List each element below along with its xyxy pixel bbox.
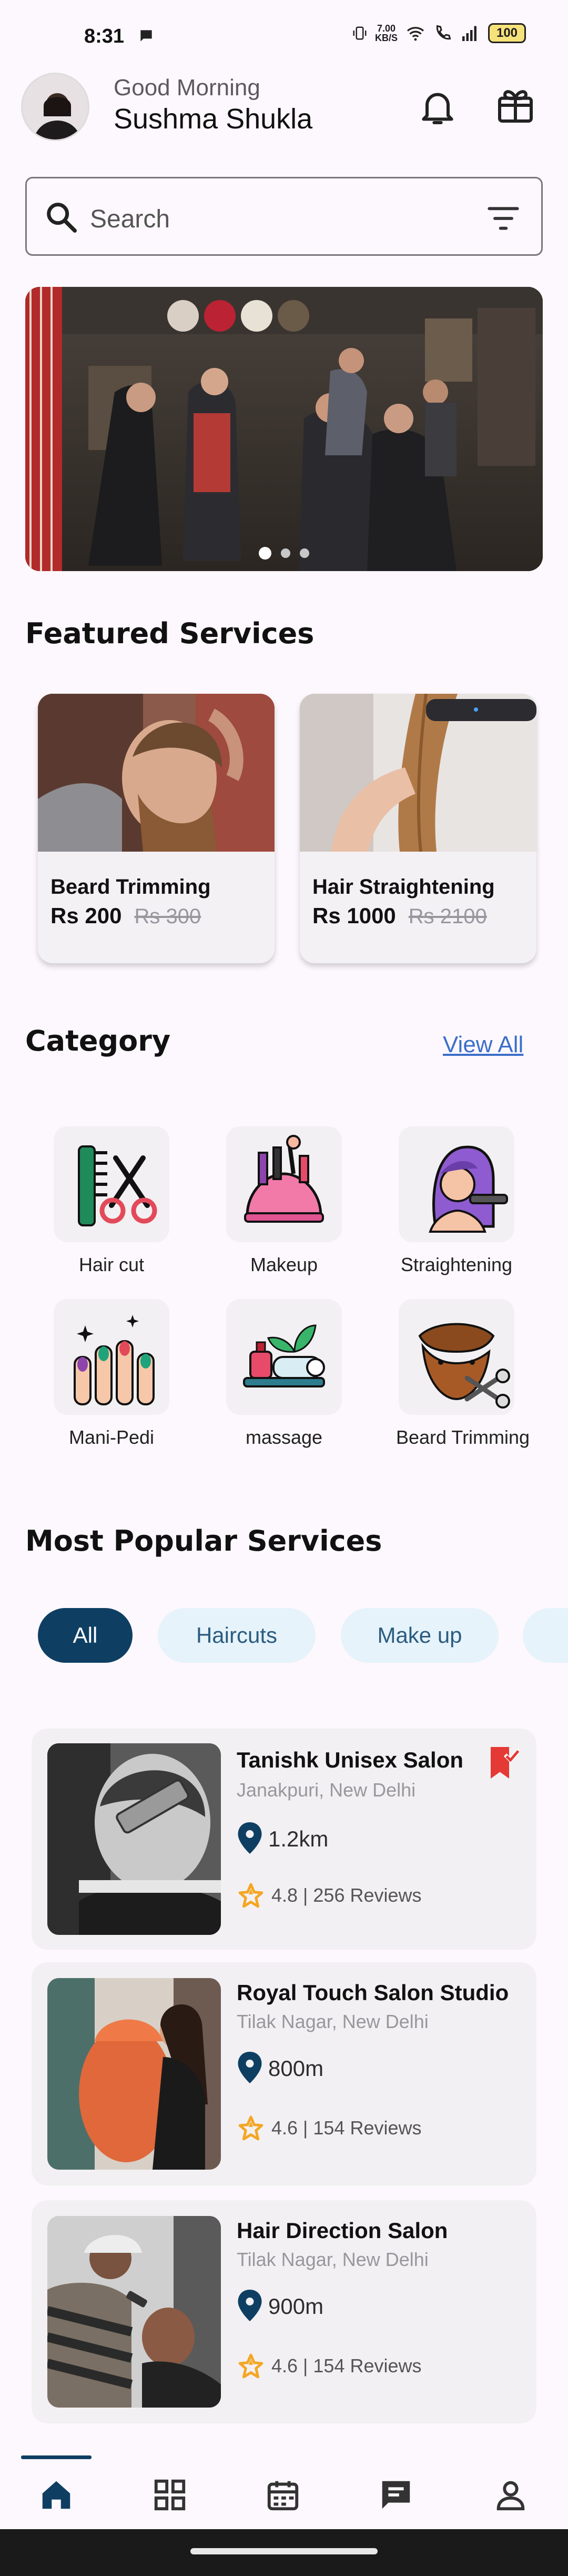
haircut-photo <box>47 1743 221 1935</box>
category-label: Straightening <box>400 1254 513 1275</box>
salon-photo <box>47 1978 221 2170</box>
category-label: Hair cut <box>78 1254 145 1275</box>
beard-trimming-photo <box>38 694 275 852</box>
user-name: Sushma Shukla <box>114 103 313 135</box>
gift-icon[interactable] <box>494 84 536 126</box>
salon-location: Tilak Nagar, New Delhi <box>237 2249 429 2270</box>
salon-card-hair-direction[interactable]: Hair Direction Salon Tilak Nagar, New De… <box>32 2200 536 2423</box>
salon-name: Royal Touch Salon Studio <box>237 1980 509 2005</box>
comb-scissors-icon <box>78 1145 157 1226</box>
search-icon <box>47 203 77 233</box>
filter-chip-make-up[interactable]: Make up <box>341 1608 499 1663</box>
avatar-photo <box>23 74 88 139</box>
bookmark-icon[interactable] <box>488 1744 520 1781</box>
filter-chip-all[interactable]: All <box>38 1608 133 1663</box>
search-input[interactable]: Search <box>90 205 170 234</box>
barbershop-photo <box>25 287 543 571</box>
location-pin-icon <box>238 2052 262 2083</box>
location-pin-icon <box>238 1822 262 1854</box>
category-beard-trimming[interactable]: Beard Trimming <box>396 1299 530 1449</box>
chat-notification-icon <box>140 30 152 42</box>
featured-services-title: Featured Services <box>25 617 315 650</box>
salon-rating: 4.6 | 154 Reviews <box>271 2355 422 2377</box>
salon-distance: 900m <box>268 2294 324 2319</box>
gesture-bar <box>0 2529 568 2576</box>
status-bar: 8:31 7.00 KB/S 100 <box>0 0 568 68</box>
greeting-text: Good Morning <box>114 75 260 101</box>
bell-icon[interactable] <box>417 83 459 131</box>
battery-indicator: 100 <box>488 23 526 43</box>
salon-card-royal-touch[interactable]: Royal Touch Salon Studio Tilak Nagar, Ne… <box>32 1962 536 2185</box>
wifi-icon <box>407 27 424 41</box>
category-label: Beard Trimming <box>396 1426 530 1448</box>
salon-name: Tanishk Unisex Salon <box>237 1748 464 1772</box>
hair-straightener-icon <box>429 1145 508 1233</box>
avatar[interactable] <box>21 73 89 141</box>
salon-photo <box>47 1743 221 1935</box>
category-title: Category <box>25 1024 171 1057</box>
featured-service-name: Beard Trimming <box>50 875 211 898</box>
nail-polish-icon <box>74 1315 155 1405</box>
promo-banner-carousel[interactable] <box>25 287 543 571</box>
salon-location: Tilak Nagar, New Delhi <box>237 2011 429 2032</box>
star-icon <box>238 2115 263 2141</box>
salon-card-tanishk[interactable]: Tanishk Unisex Salon Janakpuri, New Delh… <box>32 1729 536 1950</box>
vibrate-icon <box>353 26 367 40</box>
active-tab-indicator <box>21 2455 92 2459</box>
featured-service-price: Rs 1000 Rs 2100 <box>312 903 487 928</box>
search-bar[interactable]: Search <box>25 177 543 256</box>
most-popular-title: Most Popular Services <box>25 1524 382 1557</box>
featured-service-name: Hair Straightening <box>312 875 495 898</box>
carousel-dots <box>25 547 543 560</box>
spa-massage-icon <box>243 1324 325 1387</box>
category-mani-pedi[interactable]: Mani-Pedi <box>51 1299 172 1449</box>
salon-rating: 4.8 | 256 Reviews <box>271 1884 422 1906</box>
location-pin-icon <box>238 2290 262 2321</box>
category-label: massage <box>245 1426 323 1448</box>
carousel-dot[interactable] <box>300 548 309 558</box>
bottom-navigation <box>0 2455 568 2529</box>
makeup-kit-icon <box>244 1135 324 1223</box>
barber-photo <box>47 2216 221 2408</box>
hair-styling-photo <box>47 1978 221 2170</box>
carousel-dot[interactable] <box>281 548 290 558</box>
filter-chip-haircuts[interactable]: Haircuts <box>158 1608 316 1663</box>
category-label: Mani-Pedi <box>68 1426 155 1448</box>
category-massage[interactable]: massage <box>224 1299 344 1449</box>
category-straightening[interactable]: Straightening <box>396 1126 517 1276</box>
featured-card-beard-trimming[interactable]: Beard Trimming Rs 200 Rs 300 <box>38 694 275 963</box>
filter-icon[interactable] <box>486 204 520 233</box>
home-gesture-handle[interactable] <box>190 2548 378 2554</box>
category-makeup[interactable]: Makeup <box>224 1126 344 1276</box>
carousel-dot-active[interactable] <box>259 547 271 560</box>
status-icons: 7.00 KB/S 100 <box>352 23 526 43</box>
featured-old-price: Rs 300 <box>134 905 201 928</box>
status-time: 8:31 <box>84 25 125 47</box>
salon-location: Janakpuri, New Delhi <box>237 1779 416 1801</box>
call-icon <box>436 25 451 40</box>
salon-rating: 4.6 | 154 Reviews <box>271 2117 422 2139</box>
calendar-icon[interactable] <box>265 2477 301 2513</box>
featured-card-hair-straightening[interactable]: Hair Straightening Rs 1000 Rs 2100 <box>300 694 536 963</box>
chat-icon[interactable] <box>378 2477 414 2513</box>
featured-service-price: Rs 200 Rs 300 <box>50 903 201 928</box>
grid-icon[interactable] <box>151 2477 188 2513</box>
signal-icon <box>462 26 476 41</box>
salon-photo <box>47 2216 221 2408</box>
salon-distance: 1.2km <box>268 1826 329 1851</box>
salon-distance: 800m <box>268 2056 324 2081</box>
view-all-link[interactable]: View All <box>443 1032 523 1058</box>
category-label: Makeup <box>250 1254 318 1275</box>
beard-scissors-icon <box>418 1323 510 1409</box>
category-hair-cut[interactable]: Hair cut <box>51 1126 172 1276</box>
hair-straightening-photo <box>300 694 536 852</box>
star-icon <box>238 2353 263 2379</box>
star-icon <box>238 1883 263 1908</box>
home-icon[interactable] <box>38 2477 75 2513</box>
profile-icon[interactable] <box>492 2477 529 2513</box>
filter-chip-partial[interactable] <box>523 1608 568 1663</box>
salon-name: Hair Direction Salon <box>237 2218 448 2243</box>
featured-old-price: Rs 2100 <box>408 905 487 928</box>
net-speed: 7.00 KB/S <box>374 23 398 43</box>
